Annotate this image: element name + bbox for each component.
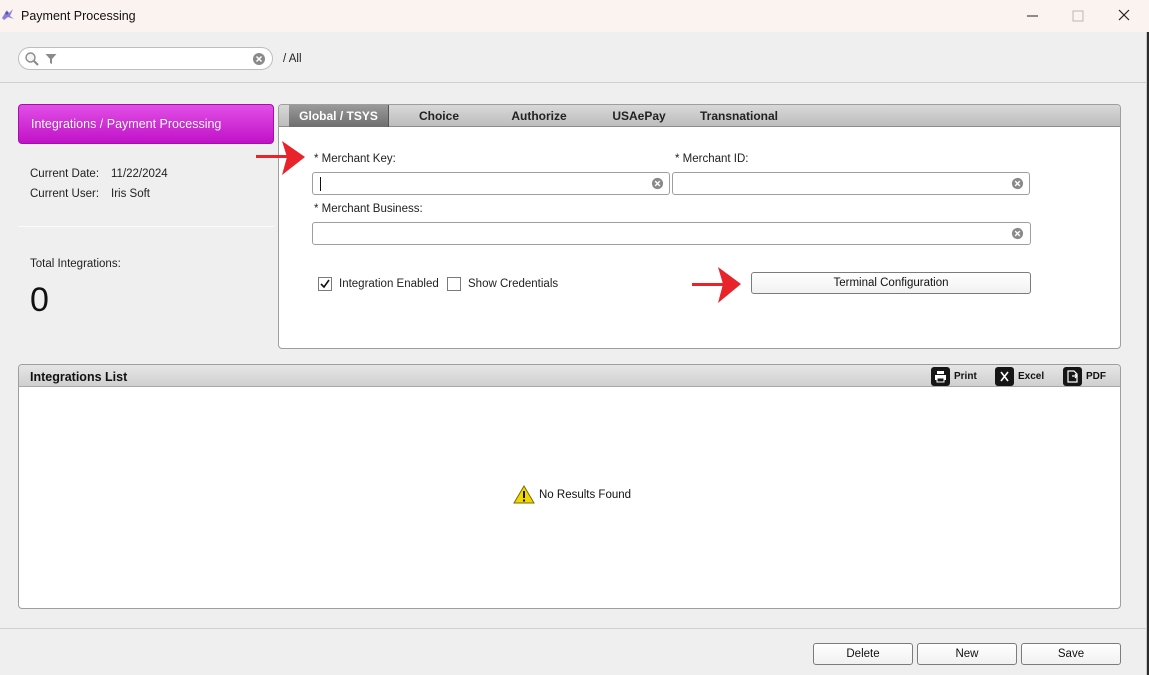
minimize-icon[interactable]	[1021, 5, 1045, 27]
search-input[interactable]	[61, 51, 246, 67]
empty-message: No Results Found	[539, 488, 632, 501]
total-integrations-label: Total Integrations:	[30, 258, 121, 270]
warning-icon	[513, 485, 535, 504]
excel-button[interactable]: Excel	[995, 366, 1044, 386]
integrations-list-panel: Integrations List Print Excel PDF No Res…	[18, 364, 1121, 609]
merchant-id-input[interactable]	[679, 176, 999, 191]
tab-usaepay[interactable]: USAePay	[589, 105, 689, 127]
integration-enabled-label[interactable]: Integration Enabled	[339, 278, 439, 290]
current-user-label: Current User:	[30, 188, 100, 200]
print-label: Print	[954, 370, 977, 382]
tab-choice[interactable]: Choice	[389, 105, 489, 127]
merchant-key-field[interactable]	[312, 172, 670, 195]
tab-global-tsys[interactable]: Global / TSYS	[289, 105, 389, 127]
module-button-payment-processing[interactable]: Integrations / Payment Processing	[18, 104, 274, 144]
app-logo-icon	[2, 9, 14, 20]
sidebar-divider	[18, 226, 274, 227]
clear-icon[interactable]	[651, 177, 664, 190]
clear-icon[interactable]	[1011, 177, 1024, 190]
integration-enabled-checkbox[interactable]	[318, 277, 332, 291]
filter-icon[interactable]	[45, 53, 57, 65]
save-button[interactable]: Save	[1021, 643, 1121, 665]
merchant-business-input[interactable]	[319, 226, 999, 241]
clear-icon[interactable]	[252, 52, 266, 66]
module-label: Integrations / Payment Processing	[31, 117, 222, 131]
excel-icon	[995, 366, 1014, 386]
pdf-button[interactable]: PDF	[1063, 366, 1106, 386]
breadcrumb[interactable]: / All	[283, 53, 302, 65]
terminal-configuration-button[interactable]: Terminal Configuration	[751, 272, 1031, 294]
merchant-key-label: * Merchant Key:	[314, 153, 396, 165]
footer-divider	[0, 628, 1147, 629]
delete-button[interactable]: Delete	[813, 643, 913, 665]
show-credentials-checkbox[interactable]	[447, 277, 461, 291]
list-header: Integrations List Print Excel PDF	[19, 365, 1120, 387]
search-icon	[25, 52, 39, 66]
search-box[interactable]	[18, 47, 273, 70]
integration-tab-panel: Global / TSYS Choice Authorize USAePay T…	[278, 104, 1121, 349]
window-title: Payment Processing	[21, 9, 136, 23]
show-credentials-label[interactable]: Show Credentials	[468, 278, 558, 290]
header-divider	[0, 82, 1147, 83]
annotation-arrow-icon	[692, 267, 741, 303]
merchant-id-field[interactable]	[672, 172, 1030, 195]
merchant-key-input[interactable]	[319, 176, 639, 191]
check-icon	[320, 279, 330, 289]
print-button[interactable]: Print	[931, 366, 977, 386]
total-integrations-value: 0	[30, 281, 49, 319]
tab-transnational[interactable]: Transnational	[689, 105, 789, 127]
clear-icon[interactable]	[1011, 227, 1024, 240]
annotation-arrow-icon	[256, 141, 305, 175]
title-bar: Payment Processing	[0, 0, 1149, 32]
current-date-label: Current Date:	[30, 168, 100, 180]
pdf-label: PDF	[1086, 370, 1106, 382]
merchant-business-field[interactable]	[312, 222, 1031, 245]
print-icon	[931, 366, 950, 386]
excel-label: Excel	[1018, 370, 1045, 382]
current-date-value: 11/22/2024	[111, 168, 168, 180]
pdf-icon	[1063, 366, 1082, 386]
list-title: Integrations List	[30, 370, 128, 384]
close-icon[interactable]	[1112, 5, 1136, 27]
merchant-business-label: * Merchant Business:	[314, 203, 423, 215]
empty-state: No Results Found	[513, 485, 631, 504]
tab-authorize[interactable]: Authorize	[489, 105, 589, 127]
maximize-icon[interactable]	[1066, 5, 1090, 27]
current-user-value: Iris Soft	[111, 188, 150, 200]
tab-strip: Global / TSYS Choice Authorize USAePay T…	[279, 105, 1120, 127]
merchant-id-label: * Merchant ID:	[675, 153, 749, 165]
new-button[interactable]: New	[917, 643, 1017, 665]
